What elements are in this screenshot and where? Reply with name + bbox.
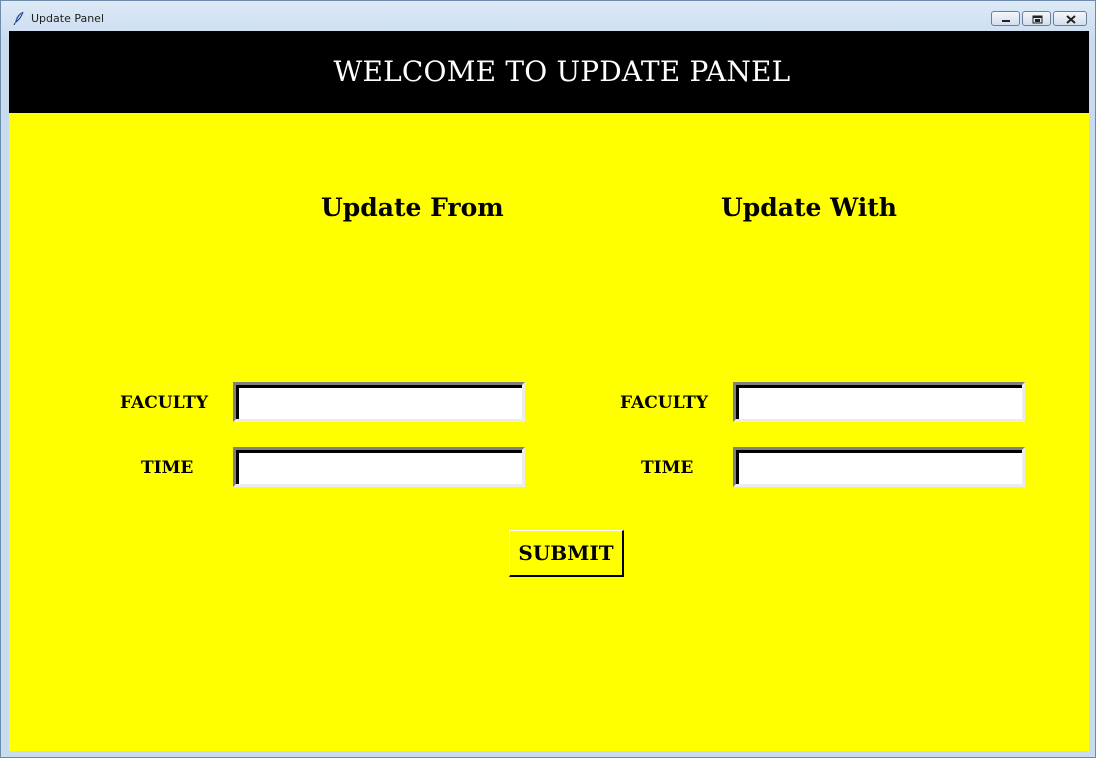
from-time-input[interactable]	[239, 453, 527, 481]
title-bar[interactable]: Update Panel	[1, 1, 1095, 31]
from-time-field[interactable]	[233, 447, 527, 487]
with-time-label: TIME	[641, 458, 694, 478]
header-title: WELCOME TO UPDATE PANEL	[333, 55, 791, 88]
update-with-heading: Update With	[721, 193, 897, 222]
submit-button[interactable]: SUBMIT	[509, 530, 624, 577]
close-button[interactable]	[1053, 11, 1087, 26]
with-faculty-label: FACULTY	[620, 393, 708, 413]
header-bar: WELCOME TO UPDATE PANEL	[9, 31, 1089, 113]
maximize-button[interactable]	[1022, 11, 1051, 26]
from-time-label: TIME	[141, 458, 194, 478]
minimize-icon	[1002, 20, 1010, 22]
with-faculty-field[interactable]	[733, 382, 1027, 422]
update-panel: WELCOME TO UPDATE PANEL Update From Upda…	[9, 31, 1089, 751]
with-time-field[interactable]	[733, 447, 1027, 487]
app-window: Update Panel WELCOME TO UPDATE PANEL Upd…	[0, 0, 1096, 758]
with-faculty-input[interactable]	[739, 388, 1027, 416]
feather-icon	[13, 10, 25, 26]
from-faculty-input[interactable]	[239, 388, 527, 416]
from-faculty-label: FACULTY	[120, 393, 208, 413]
with-time-input[interactable]	[739, 453, 1027, 481]
close-icon	[1066, 15, 1076, 24]
minimize-button[interactable]	[991, 11, 1020, 26]
window-title: Update Panel	[31, 12, 105, 25]
update-from-heading: Update From	[321, 193, 504, 222]
from-faculty-field[interactable]	[233, 382, 527, 422]
restore-icon	[1032, 15, 1043, 24]
